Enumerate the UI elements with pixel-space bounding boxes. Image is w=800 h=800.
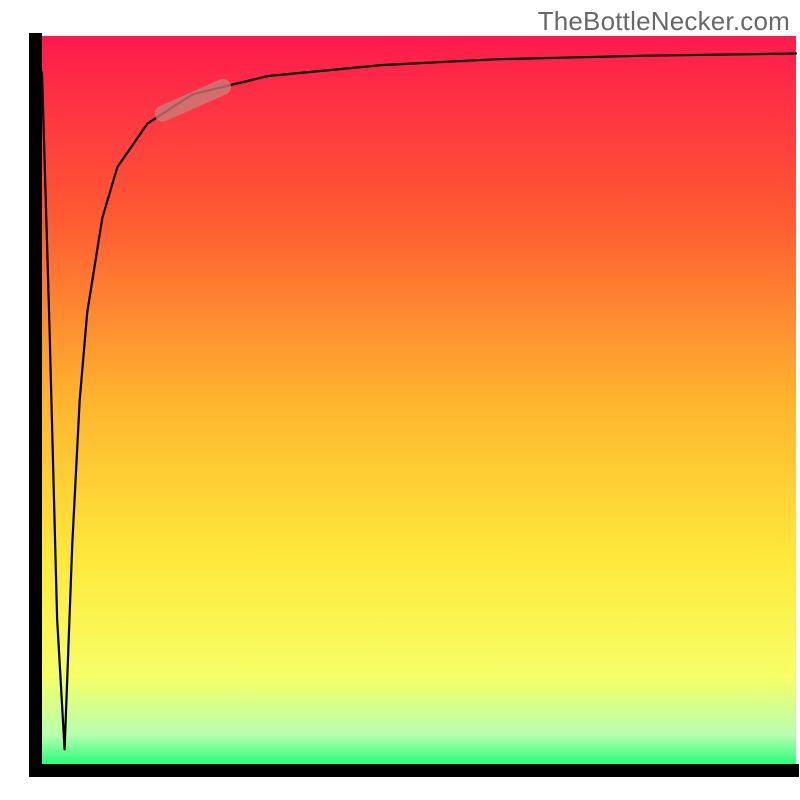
plot-background <box>42 36 796 764</box>
y-axis <box>29 33 42 777</box>
x-axis <box>29 764 799 777</box>
chart-svg <box>0 0 800 800</box>
chart-stage: TheBottleNecker.com <box>0 0 800 800</box>
